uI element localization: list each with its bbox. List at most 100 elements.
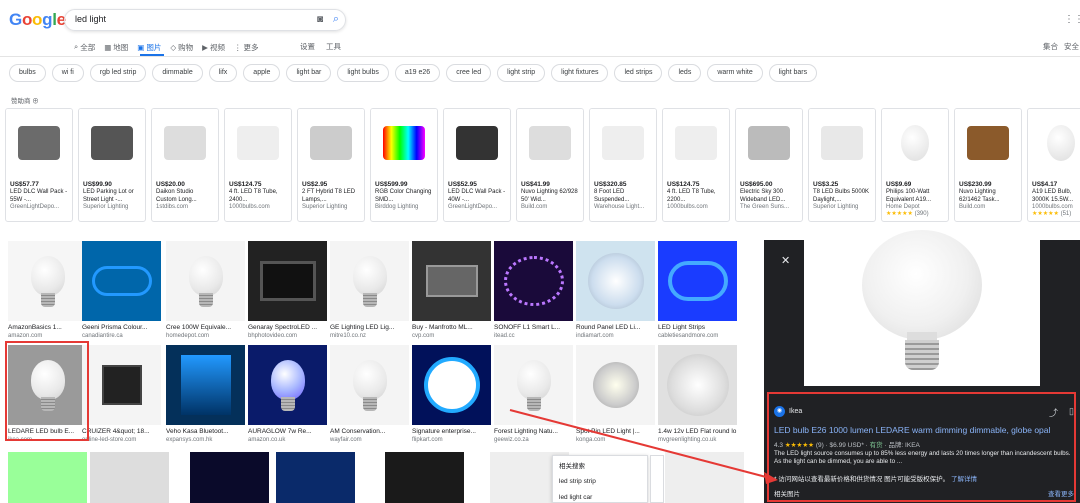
product-shape bbox=[383, 126, 425, 160]
product-shape bbox=[592, 362, 639, 408]
settings-link[interactable]: 设置 bbox=[300, 41, 315, 52]
image-result[interactable]: AmazonBasics 1... amazon.com bbox=[8, 241, 87, 340]
product-name: A19 LED Bulb, 3000K 15.5W... bbox=[1032, 189, 1074, 203]
chip[interactable]: a19 e26 bbox=[394, 64, 441, 82]
search-icon[interactable]: ⌕ bbox=[333, 13, 339, 26]
chip[interactable]: light bar bbox=[286, 64, 332, 82]
chip[interactable]: led strips bbox=[614, 64, 663, 82]
google-logo[interactable]: Google bbox=[9, 10, 66, 30]
sponsored-label[interactable]: 赞助商 ⊕ bbox=[11, 95, 39, 105]
preview-image[interactable] bbox=[804, 230, 1040, 386]
image-result[interactable]: SONOFF L1 Smart L... itead.cc bbox=[494, 241, 573, 340]
search-input[interactable]: led light bbox=[75, 14, 106, 24]
search-box[interactable]: led light ◙ ⌕ bbox=[64, 9, 346, 31]
product-shape bbox=[164, 126, 206, 160]
image-result[interactable]: AM Conservation... wayfair.com bbox=[330, 345, 409, 444]
product-card[interactable]: US$3.25 T8 LED Bulbs 5000K Daylight,... Su… bbox=[808, 108, 876, 222]
chip[interactable]: light fixtures bbox=[551, 64, 609, 82]
product-card[interactable]: US$124.75 4 ft. LED T8 Tube, 2200... 1000b… bbox=[662, 108, 730, 222]
tools-link[interactable]: 工具 bbox=[326, 41, 341, 52]
chip[interactable]: leds bbox=[668, 64, 702, 82]
safesearch-link[interactable]: 安全 bbox=[1064, 41, 1079, 52]
image-result[interactable]: Forest Lighting Natu... geewiz.co.za bbox=[494, 345, 573, 444]
image-result-partial[interactable] bbox=[665, 452, 744, 503]
image-result-partial[interactable] bbox=[90, 452, 169, 503]
product-card[interactable]: US$57.77 LED DLC Wall Pack - 55W -... Gree… bbox=[5, 108, 73, 222]
tab-more[interactable]: ⋮ 更多 bbox=[234, 40, 259, 54]
chip[interactable]: warm white bbox=[707, 64, 763, 82]
related-searches-popup: 相关搜索 led strip strip led light car bbox=[552, 455, 648, 503]
product-name: Daikon Studio Custom Long... bbox=[156, 189, 197, 203]
image-result[interactable]: Veho Kasa Bluetoot... expansys.com.hk bbox=[166, 345, 245, 444]
image-result[interactable]: Cree 100W Equivale... homedepot.com bbox=[166, 241, 245, 340]
product-card[interactable]: US$9.69 Philips 100-Watt Equivalent A19..… bbox=[881, 108, 949, 222]
product-card[interactable]: US$20.00 Daikon Studio Custom Long... 1std… bbox=[151, 108, 219, 222]
collections-link[interactable]: 集合 bbox=[1043, 41, 1058, 52]
product-card[interactable]: US$4.17 A19 LED Bulb, 3000K 15.5W... 1000b… bbox=[1027, 108, 1080, 222]
chip[interactable]: light strip bbox=[497, 64, 546, 82]
bulb-glass bbox=[352, 255, 387, 296]
image-result[interactable]: Signature enterprise... flipkart.com bbox=[412, 345, 491, 444]
product-card[interactable]: US$41.99 Nuvo Lighting 62/928 50' Wid... B… bbox=[516, 108, 584, 222]
image-result[interactable]: AURAGLOW 7w Re... amazon.co.uk bbox=[248, 345, 327, 444]
image-result[interactable]: CRUIZER 4&quot; 18... online-led-store.co… bbox=[82, 345, 161, 444]
chip[interactable]: lifx bbox=[208, 64, 238, 82]
related-item[interactable]: led light car bbox=[559, 494, 592, 501]
image-result[interactable]: Geeni Prisma Colour... canadiantire.ca bbox=[82, 241, 161, 340]
result-thumbnail bbox=[412, 241, 491, 321]
result-thumbnail bbox=[166, 345, 245, 425]
tab-images[interactable]: ▣ 图片 bbox=[137, 40, 161, 54]
image-result[interactable]: LED Light Strips cabletiesandmore.com bbox=[658, 241, 737, 340]
camera-icon[interactable]: ◙ bbox=[317, 14, 323, 25]
product-name: 8 Foot LED Suspended... bbox=[594, 189, 630, 203]
chip[interactable]: bulbs bbox=[9, 64, 46, 82]
product-card[interactable]: US$695.00 Electric Sky 300 Wideband LED..… bbox=[735, 108, 803, 222]
product-card[interactable]: US$599.99 RGB Color Changing SMD... Birddo… bbox=[370, 108, 438, 222]
chip[interactable]: apple bbox=[243, 64, 281, 82]
product-card[interactable]: US$124.75 4 ft. LED T8 Tube, 2400... 1000b… bbox=[224, 108, 292, 222]
image-result-partial[interactable] bbox=[276, 452, 355, 503]
image-result-partial[interactable] bbox=[8, 452, 87, 503]
related-popup-arrows[interactable] bbox=[650, 455, 664, 503]
image-result[interactable]: GE Lighting LED Lig... mitre10.co.nz bbox=[330, 241, 409, 340]
tab-maps[interactable]: ▦ 地图 bbox=[104, 40, 128, 54]
product-card[interactable]: US$320.85 8 Foot LED Suspended... Warehous… bbox=[589, 108, 657, 222]
product-shape bbox=[821, 126, 863, 160]
apps-grid-icon[interactable]: ⋮⋮ bbox=[1064, 14, 1080, 25]
chip[interactable]: light bars bbox=[768, 64, 818, 82]
chip[interactable]: dimmable bbox=[152, 64, 203, 82]
related-item[interactable]: led strip strip bbox=[559, 478, 596, 485]
product-card[interactable]: US$2.95 2 FT Hybrid T8 LED Lamps,... Super… bbox=[297, 108, 365, 222]
tab-shopping[interactable]: ◇ 购物 bbox=[170, 40, 193, 54]
result-source: konga.com bbox=[576, 437, 606, 443]
product-shape bbox=[18, 126, 60, 160]
close-icon[interactable]: ✕ bbox=[781, 254, 790, 267]
image-result[interactable]: Round Panel LED Li... indiamart.com bbox=[576, 241, 655, 340]
image-result[interactable]: Spot Pin LED Light |... konga.com bbox=[576, 345, 655, 444]
product-store: Superior Lighting bbox=[83, 204, 129, 210]
bulb-base bbox=[362, 292, 377, 307]
image-result[interactable]: Genaray SpectroLED ... bhphotovideo.com bbox=[248, 241, 327, 340]
chip[interactable]: wi fi bbox=[51, 64, 84, 82]
product-shape bbox=[602, 126, 644, 160]
product-name: LED DLC Wall Pack - 40W -... bbox=[448, 189, 506, 203]
product-store: The Green Suns... bbox=[740, 204, 790, 210]
product-name: T8 LED Bulbs 5000K Daylight,... bbox=[813, 189, 870, 203]
product-name: LED Parking Lot or Street Light -... bbox=[83, 189, 134, 203]
product-card[interactable]: US$230.99 Nuvo Lighting 62/1462 Task... Bu… bbox=[954, 108, 1022, 222]
result-caption: Round Panel LED Li... bbox=[576, 324, 641, 331]
product-card[interactable]: US$52.95 LED DLC Wall Pack - 40W -... Gree… bbox=[443, 108, 511, 222]
result-source: mitre10.co.nz bbox=[330, 333, 367, 339]
image-result[interactable]: Buy - Manfrotto ML... cvp.com bbox=[412, 241, 491, 340]
chip[interactable]: light bulbs bbox=[337, 64, 389, 82]
image-result-partial[interactable] bbox=[190, 452, 269, 503]
image-result[interactable]: 1.4w 12v LED Flat round lo... mvgreenligh… bbox=[658, 345, 737, 444]
image-result-partial[interactable] bbox=[385, 452, 464, 503]
product-card[interactable]: US$99.90 LED Parking Lot or Street Light … bbox=[78, 108, 146, 222]
result-caption: Spot Pin LED Light |... bbox=[576, 428, 640, 435]
chip[interactable]: cree led bbox=[446, 64, 492, 82]
tab-all[interactable]: ⌕ 全部 bbox=[74, 40, 95, 54]
chip[interactable]: rgb led strip bbox=[89, 64, 147, 82]
result-source: mvgreenlighting.co.uk bbox=[658, 437, 717, 443]
tab-videos[interactable]: ▶ 视频 bbox=[202, 40, 225, 54]
